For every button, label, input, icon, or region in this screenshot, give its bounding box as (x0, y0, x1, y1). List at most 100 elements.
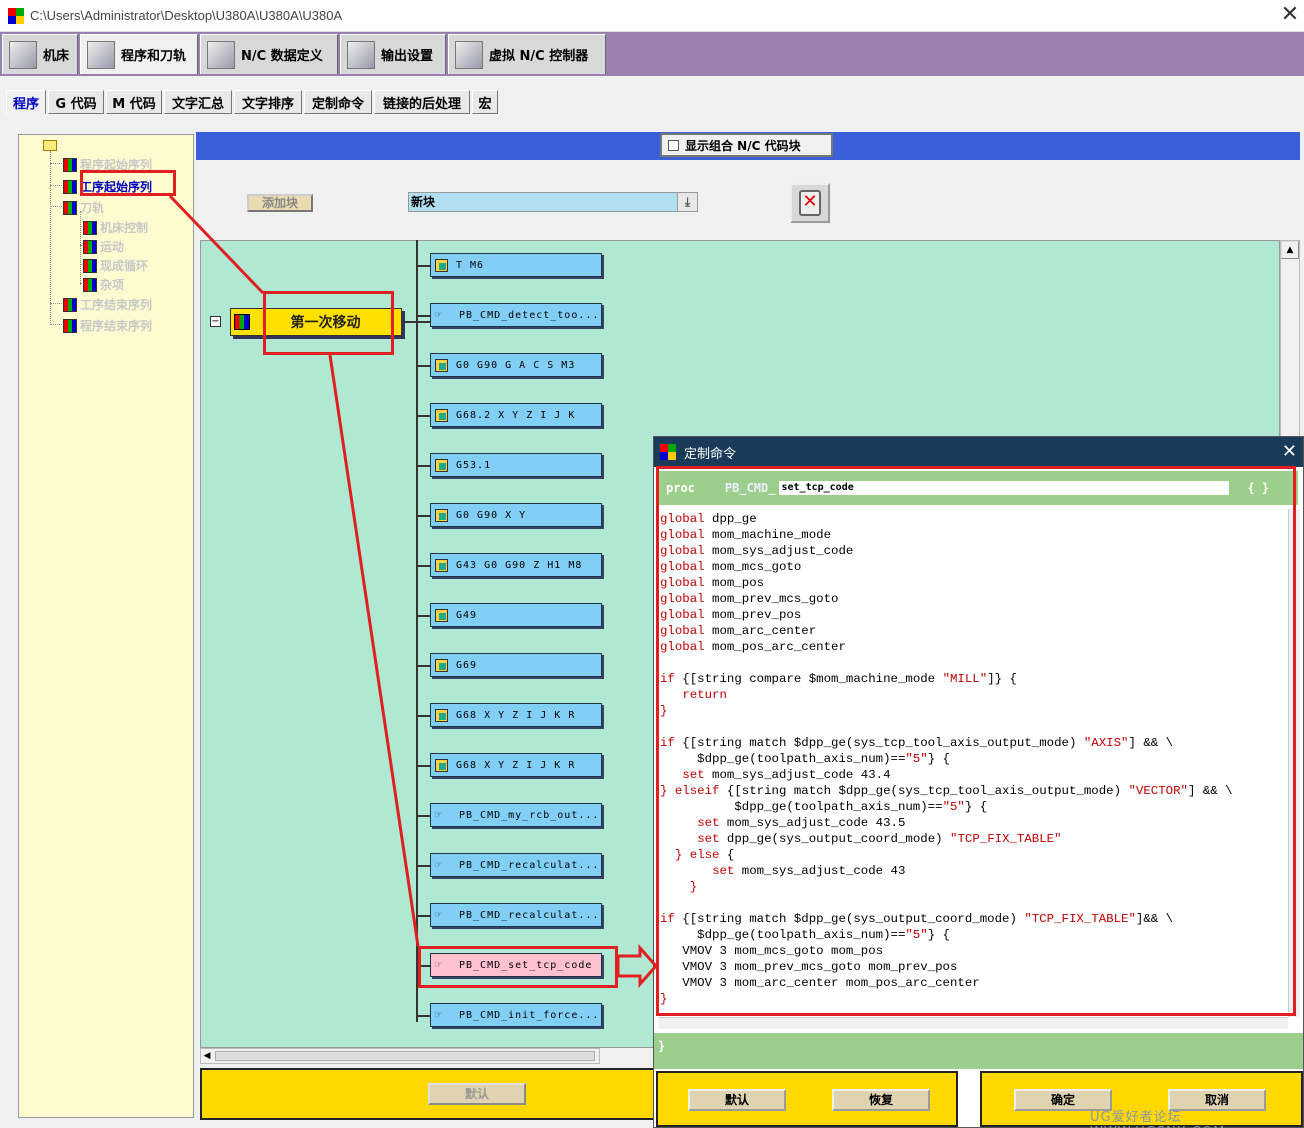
tab-virtual-nc[interactable]: 虚拟 N/C 控制器 (448, 34, 606, 74)
tab-program-toolpath[interactable]: 程序和刀轨 (80, 34, 198, 74)
block-box[interactable]: G43 G0 G90 Z H1 M8 (430, 553, 602, 577)
block-connector (416, 865, 430, 867)
main-tab-bar: 机床 程序和刀轨 N/C 数据定义 输出设置 虚拟 N/C 控制器 (0, 32, 1304, 76)
block-box[interactable]: G68 X Y Z I J K R (430, 703, 602, 727)
block-box[interactable]: ☞ PB_CMD_recalculat... (430, 903, 602, 927)
tree-item-misc[interactable]: 杂项 (83, 276, 124, 293)
block-label: PB_CMD_init_force... (459, 1009, 600, 1021)
default-button[interactable]: 默认 (428, 1083, 526, 1105)
folder-icon (43, 140, 57, 151)
select-value: 新块 (411, 195, 436, 209)
subtab-word-summary[interactable]: 文字汇总 (164, 90, 232, 114)
custom-command-icon: ☞ (435, 908, 443, 921)
custom-command-icon: ☞ (435, 858, 443, 871)
tab-label: 输出设置 (381, 49, 434, 64)
block-box[interactable]: G69 (430, 653, 602, 677)
block-box[interactable]: ☞ PB_CMD_init_force... (430, 1003, 602, 1027)
scroll-thumb[interactable] (215, 1051, 595, 1061)
block-connector (416, 765, 430, 767)
close-icon[interactable]: ✕ (1278, 2, 1302, 27)
sequence-tree: 程序起始序列 工序起始序列 刀轨 机床控制 运动 现成循环 杂项 工序结束序列 … (18, 134, 194, 1118)
tree-item-motion[interactable]: 运动 (83, 238, 124, 255)
tree-label: 现成循环 (100, 259, 149, 273)
tab-label: 虚拟 N/C 控制器 (489, 49, 589, 64)
subtab-word-sequence[interactable]: 文字排序 (234, 90, 302, 114)
checkbox-box[interactable] (668, 139, 679, 151)
block-box[interactable]: T M6 (430, 253, 602, 277)
vnc-icon (455, 40, 483, 69)
tree-item-canned-cycle[interactable]: 现成循环 (83, 257, 148, 274)
tab-nc-data[interactable]: N/C 数据定义 (200, 34, 338, 74)
block-icon (435, 758, 448, 772)
scroll-left-icon[interactable]: ◀ (201, 1049, 213, 1063)
annotation-box-block (418, 946, 618, 988)
tree-label: 程序结束序列 (80, 319, 153, 333)
block-box[interactable]: ☞ PB_CMD_detect_too... (430, 303, 602, 327)
sequence-icon (83, 239, 97, 254)
block-connector (416, 265, 430, 267)
block-box[interactable]: G68.2 X Y Z I J K (430, 403, 602, 427)
new-block-select[interactable]: 新块 ⤓ (408, 192, 698, 212)
tree-item-operation-end[interactable]: 工序结束序列 (63, 296, 152, 313)
block-connector (416, 565, 430, 567)
block-connector (416, 315, 430, 317)
trash-button[interactable]: ✕ (790, 183, 830, 223)
checkbox-label: 显示组合 N/C 代码块 (685, 138, 801, 153)
block-connector (416, 1015, 430, 1017)
block-label: PB_CMD_recalculat... (459, 909, 600, 921)
close-icon[interactable]: ✕ (1282, 441, 1297, 462)
block-box[interactable]: G53.1 (430, 453, 602, 477)
subtab-g-code[interactable]: G 代码 (48, 90, 104, 114)
window-title: C:\Users\Administrator\Desktop\U380A\U38… (30, 8, 343, 23)
block-icon (435, 658, 448, 672)
event-connector (402, 321, 430, 323)
watermark: UG爱好者论坛 WWW.UGSNX.COM (1090, 1110, 1224, 1128)
block-box[interactable]: G0 G90 X Y (430, 503, 602, 527)
tab-machine[interactable]: 机床 (2, 34, 78, 74)
block-box[interactable]: G0 G90 G A C S M3 (430, 353, 602, 377)
subtab-macro[interactable]: 宏 (472, 90, 498, 114)
custom-command-icon: ☞ (435, 1008, 443, 1021)
subtab-custom-command[interactable]: 定制命令 (304, 90, 372, 114)
block-icon (435, 408, 448, 422)
block-connector (416, 715, 430, 717)
editor-horizontal-scrollbar[interactable] (658, 1017, 1288, 1029)
scroll-up-icon[interactable]: ▲ (1281, 241, 1299, 259)
app-icon (8, 8, 24, 24)
dialog-default-button[interactable]: 默认 (688, 1089, 786, 1111)
horizontal-scrollbar[interactable]: ◀ (200, 1048, 600, 1064)
tab-output-settings[interactable]: 输出设置 (340, 34, 446, 74)
dialog-restore-button[interactable]: 恢复 (832, 1089, 930, 1111)
sequence-icon (83, 277, 97, 292)
block-box[interactable]: ☞ PB_CMD_recalculat... (430, 853, 602, 877)
block-box[interactable]: G68 X Y Z I J K R (430, 753, 602, 777)
tree-label: 机床控制 (100, 221, 149, 235)
sequence-icon (63, 157, 77, 172)
subtab-program[interactable]: 程序 (6, 90, 46, 114)
show-combined-blocks-checkbox[interactable]: 显示组合 N/C 代码块 (660, 133, 833, 157)
block-label: G0 G90 X Y (456, 509, 527, 521)
tree-item-program-end[interactable]: 程序结束序列 (63, 317, 152, 334)
block-icon (435, 458, 448, 472)
tree-item-machine-control[interactable]: 机床控制 (83, 219, 148, 236)
chevron-down-icon[interactable]: ⤓ (677, 193, 697, 211)
add-block-button[interactable]: 添加块 (247, 194, 313, 212)
block-label: G49 (456, 609, 478, 621)
custom-command-icon: ☞ (435, 808, 443, 821)
dialog-footer-left: 默认 恢复 (656, 1071, 958, 1127)
nc-data-icon (207, 40, 235, 69)
subtab-m-code[interactable]: M 代码 (106, 90, 162, 114)
end-brace: } (658, 1039, 666, 1053)
tab-label: 程序和刀轨 (121, 49, 187, 64)
tree-item-toolpath[interactable]: 刀轨 (63, 199, 104, 216)
subtab-linked-posts[interactable]: 链接的后处理 (374, 90, 470, 114)
block-box[interactable]: G49 (430, 603, 602, 627)
trash-icon: ✕ (799, 190, 821, 216)
block-box[interactable]: ☞ PB_CMD_my_rcb_out... (430, 803, 602, 827)
block-label: G68 X Y Z I J K R (456, 759, 576, 771)
block-icon (435, 608, 448, 622)
collapse-icon[interactable]: − (210, 316, 221, 327)
tab-label: N/C 数据定义 (241, 49, 323, 64)
block-label: PB_CMD_recalculat... (459, 859, 600, 871)
block-label: G53.1 (456, 459, 492, 471)
